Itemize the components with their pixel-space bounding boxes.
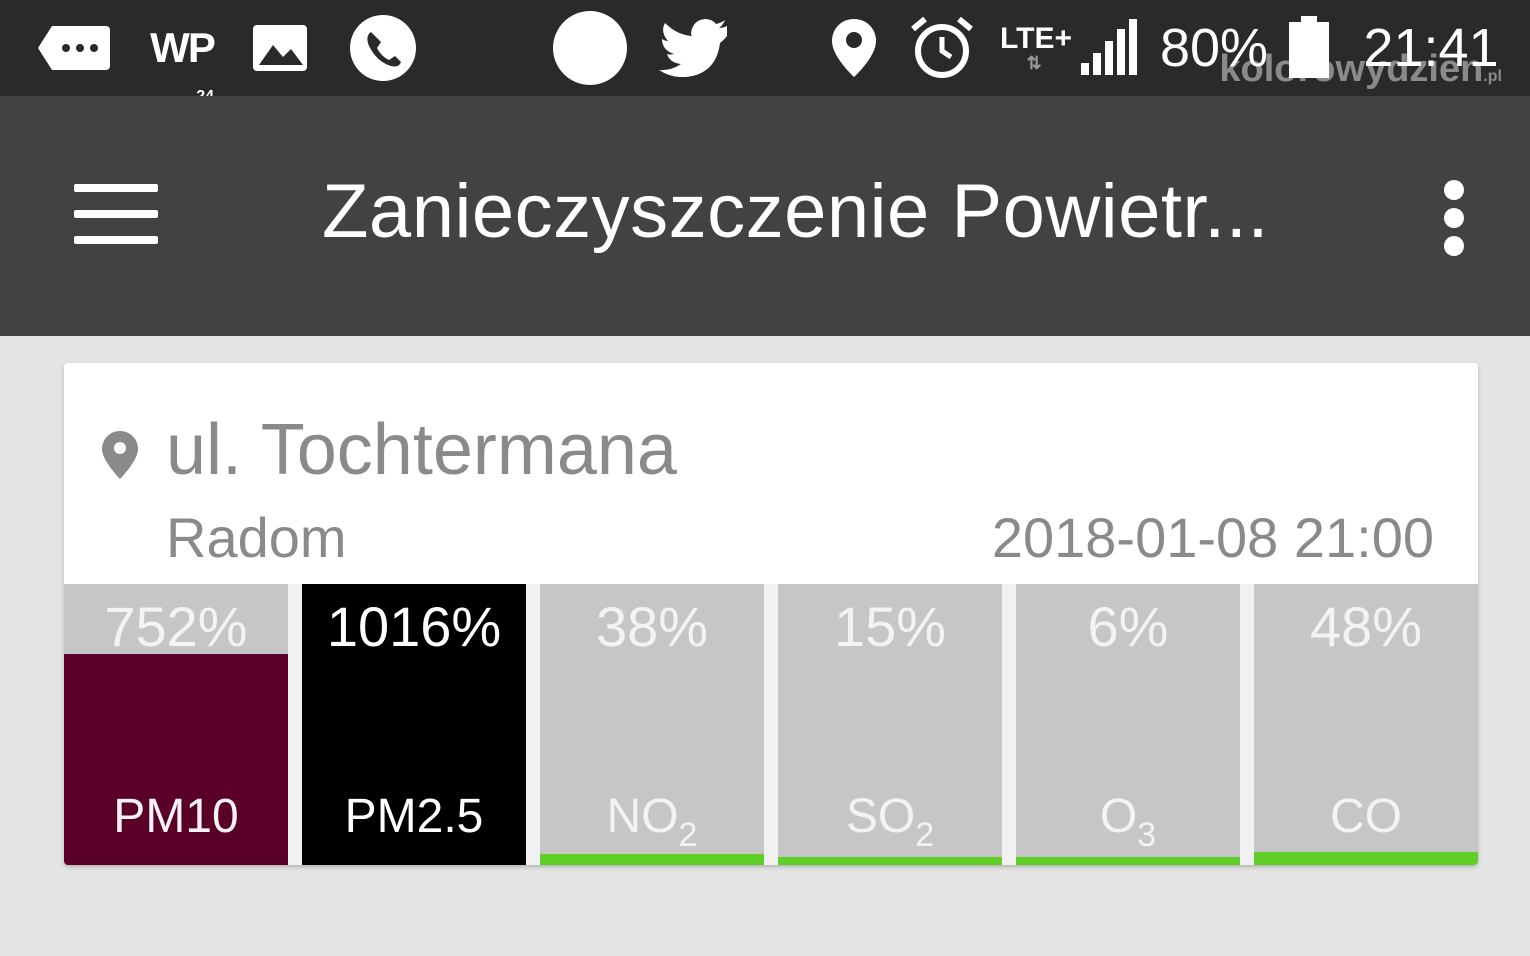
pollutant-name: CO	[1330, 790, 1402, 843]
measurement-datetime: 2018-01-08 21:00	[991, 506, 1434, 569]
station-street: ul. Tochtermana	[166, 410, 677, 490]
pollutant-level-bar	[1016, 857, 1240, 865]
pollutant-name: PM2.5	[344, 790, 484, 843]
pollutant-tile-pm25[interactable]: 1016% PM2.5	[302, 584, 526, 865]
lte-indicator: LTE+ ⇅	[1000, 22, 1072, 73]
station-card[interactable]: ul. Tochtermana Radom 2018-01-08 21:00 7…	[64, 363, 1478, 865]
pollutant-name: SO2	[845, 790, 935, 854]
pollutant-name: PM10	[113, 790, 239, 843]
location-icon	[828, 0, 880, 96]
pollutant-percent: 48%	[1309, 595, 1423, 658]
pollutant-tile-so2[interactable]: 15% SO2	[778, 584, 1002, 865]
pollutant-level-bar	[778, 857, 1002, 865]
app-bar: Zanieczyszczenie Powietr...	[0, 96, 1530, 336]
menu-icon[interactable]	[74, 184, 158, 244]
twitter-icon	[658, 0, 730, 96]
pollutant-tile-pm10[interactable]: 752% PM10	[64, 584, 288, 865]
pollutant-name: NO2	[606, 790, 698, 854]
pollutant-name: O3	[1099, 790, 1157, 854]
pollutant-tile-co[interactable]: 48% CO	[1254, 584, 1478, 865]
pollutant-percent: 15%	[833, 595, 947, 658]
pollutant-percent: 38%	[595, 595, 709, 658]
watermark: kolorowydzien.pl	[1219, 48, 1502, 90]
page-title: Zanieczyszczenie Powietr...	[322, 169, 1269, 254]
wp-app-icon: WP24	[150, 24, 216, 105]
pollutant-percent: 6%	[1087, 595, 1169, 658]
alarm-icon	[908, 0, 976, 96]
pollutant-tiles: 752% PM10 1016% PM2.5 38% NO2 15% SO2 6%…	[64, 584, 1478, 865]
station-city: Radom	[166, 506, 347, 569]
signal-icon	[1078, 0, 1140, 96]
circle-icon	[552, 0, 628, 96]
message-icon	[36, 0, 112, 96]
pollutant-tile-o3[interactable]: 6% O3	[1016, 584, 1240, 865]
gallery-icon	[250, 0, 310, 96]
pollutant-tile-no2[interactable]: 38% NO2	[540, 584, 764, 865]
pollutant-percent: 752%	[104, 595, 248, 658]
pollutant-percent: 1016%	[326, 595, 502, 658]
status-bar: WP24 WP24 LTE+ ⇅ 80% 21:41 kolorowydzien…	[0, 0, 1530, 201]
location-pin-icon	[102, 431, 138, 479]
more-options-icon[interactable]	[1438, 180, 1470, 256]
pollutant-level-bar	[540, 854, 764, 865]
phone-icon	[348, 0, 418, 96]
